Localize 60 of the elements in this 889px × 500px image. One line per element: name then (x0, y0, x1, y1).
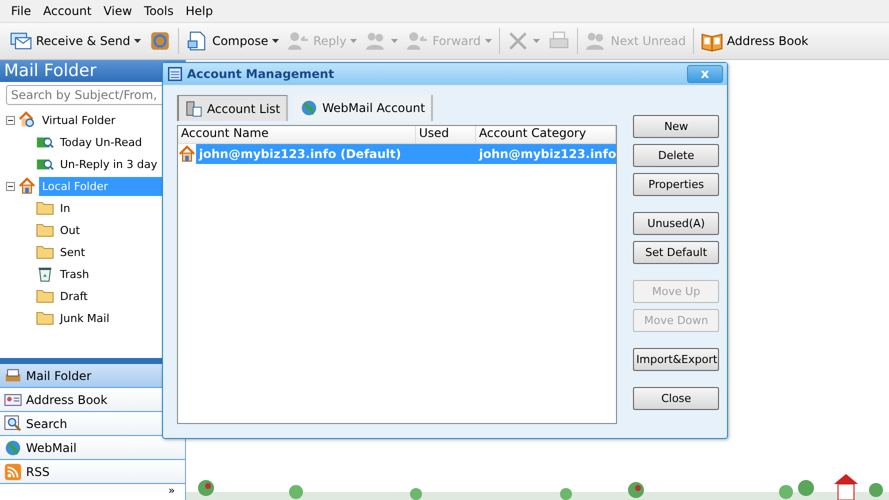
more-button[interactable]: » (168, 484, 175, 500)
tree-item[interactable]: Today Un-Read (57, 132, 145, 152)
menu-item[interactable]: Tools (139, 4, 179, 18)
menu-item[interactable]: Account (38, 4, 97, 18)
tree-item[interactable]: Sent (57, 242, 88, 262)
dialog-button[interactable]: Unused(A) (633, 212, 720, 235)
caret-icon (391, 39, 398, 43)
caret-icon (532, 39, 540, 43)
house-magnifier-icon (18, 111, 36, 129)
folder-icon (36, 221, 54, 239)
tree-item[interactable]: Trash (57, 264, 92, 284)
document-icon (186, 30, 208, 52)
dialog-button[interactable]: New (633, 115, 720, 138)
dialog-button[interactable]: Delete (633, 144, 720, 167)
folder-icon (36, 287, 54, 305)
caret-icon (272, 39, 280, 43)
tree-item[interactable]: Junk Mail (57, 308, 112, 328)
menu-item[interactable]: Help (180, 4, 218, 18)
tree-item[interactable]: Un-Reply in 3 day (57, 154, 160, 174)
globe-icon (4, 438, 22, 456)
folder-icon (36, 199, 54, 217)
tab[interactable]: Account List (177, 95, 288, 121)
search-icon (4, 414, 22, 432)
globe-icon (300, 99, 318, 117)
window-icon (168, 67, 182, 81)
collapse-icon[interactable] (6, 182, 15, 190)
person-arrow-icon (287, 30, 310, 52)
house-icon (178, 145, 196, 163)
column-header[interactable]: Account Name (178, 126, 416, 143)
tree-item[interactable]: Draft (57, 286, 91, 306)
dialog-title: Account Management (187, 67, 336, 81)
folder-icon (36, 243, 54, 261)
tree-item[interactable]: Virtual Folder (39, 110, 118, 130)
menu-item[interactable]: File (6, 4, 36, 18)
envelope-stack-icon (10, 30, 32, 52)
toolbar-button[interactable]: Compose (182, 26, 284, 56)
rss-icon (4, 462, 22, 480)
house-icon (18, 177, 36, 195)
toolbar-button[interactable]: Address Book (696, 26, 812, 56)
tab[interactable]: WebMail Account (294, 95, 434, 121)
toolbar-button[interactable]: Receive & Send (6, 26, 146, 56)
folder-icon (36, 309, 54, 327)
dialog-button[interactable]: Close (633, 387, 720, 410)
tree-item[interactable]: In (57, 198, 74, 218)
tree-item[interactable]: Out (57, 220, 83, 240)
column-header[interactable]: Account Category (476, 126, 616, 143)
column-header[interactable]: Used (416, 126, 476, 143)
caret-icon (350, 39, 358, 43)
collapse-icon[interactable] (6, 116, 15, 124)
dialog-button[interactable]: Import&Export (633, 348, 720, 371)
caret-icon (134, 39, 142, 43)
dialog-button[interactable]: Properties (633, 173, 720, 196)
caret-icon (484, 39, 492, 43)
x-icon (506, 30, 529, 52)
dialog-button[interactable]: Set Default (633, 241, 720, 264)
mail-tray-icon (4, 366, 22, 384)
server-icon (185, 100, 203, 118)
menu-item[interactable]: View (98, 4, 138, 18)
trash-icon (36, 265, 54, 283)
person-arrow-icon (406, 30, 428, 52)
